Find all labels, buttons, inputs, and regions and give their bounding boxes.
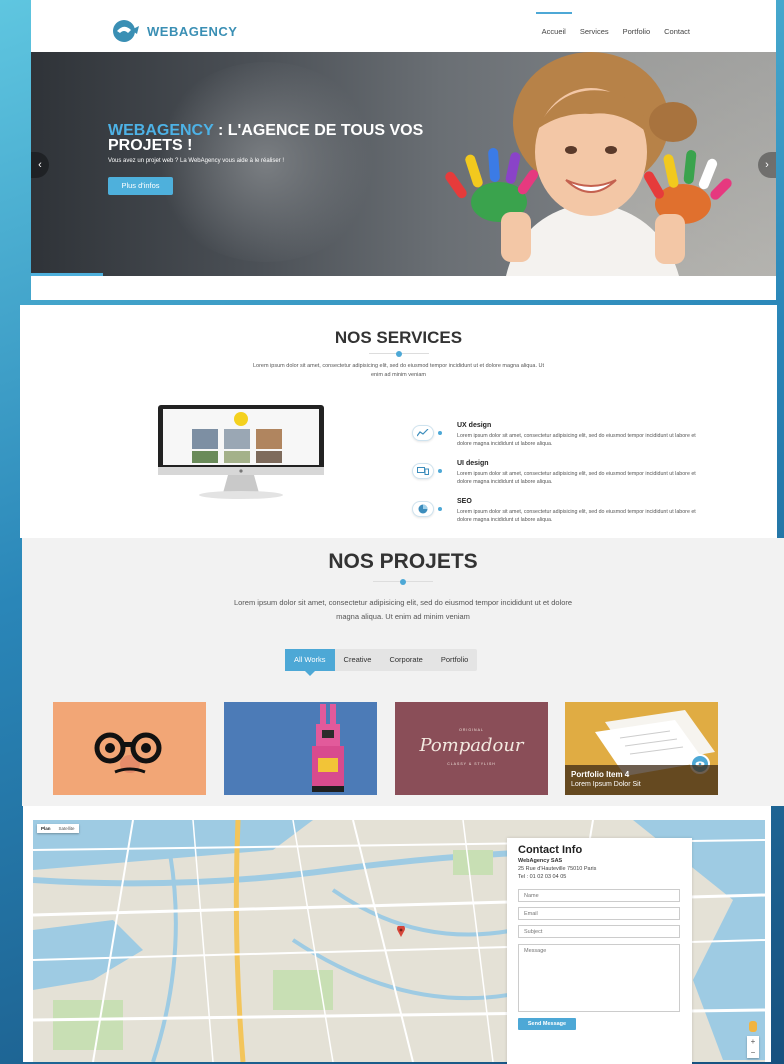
hero-title: WEBAGENCY : L'AGENCE DE TOUS VOS PROJETS… (108, 123, 428, 154)
projects-lead: Lorem ipsum dolor sit amet, consectetur … (22, 596, 784, 624)
nav-item-contact[interactable]: Contact (664, 27, 690, 36)
projects-section: NOS PROJETS Lorem ipsum dolor sit amet, … (22, 538, 784, 806)
portfolio-item-2[interactable] (224, 702, 377, 795)
map-tab-satellite[interactable]: Satellite (55, 824, 79, 833)
nav-item-services[interactable]: Services (580, 27, 609, 36)
services-list: UX design Lorem ipsum dolor sit amet, co… (412, 421, 712, 535)
service-name: SEO (457, 498, 472, 505)
services-lead: Lorem ipsum dolor sit amet, consectetur … (20, 362, 777, 380)
map-pin-icon[interactable] (397, 926, 405, 937)
pompadour-logo-text: Pompadour (419, 735, 524, 756)
nav-item-accueil[interactable]: Accueil (535, 12, 573, 36)
projects-lead-text: Lorem ipsum dolor sit amet, consectetur … (233, 598, 573, 621)
glasses-illustration (94, 732, 162, 774)
filter-creative[interactable]: Creative (335, 649, 381, 671)
map-type-tabs: Plan Satellite (37, 824, 79, 833)
portfolio-item-3[interactable]: ORIGINAL Pompadour CLASSY & STYLISH (395, 702, 548, 795)
service-desc: Lorem ipsum dolor sit amet, consectetur … (457, 509, 696, 523)
slider-progress (31, 273, 103, 276)
pie-chart-icon (412, 501, 434, 517)
nav-item-portfolio[interactable]: Portfolio (623, 27, 651, 36)
slider-prev-icon[interactable]: ‹ (31, 152, 49, 178)
service-item-ui: UI design Lorem ipsum dolor sit amet, co… (412, 459, 712, 497)
hero-slider: WEBAGENCY : L'AGENCE DE TOUS VOS PROJETS… (31, 52, 776, 276)
contact-card: Contact Info WebAgency SAS 25 Rue d'Haut… (507, 838, 692, 1064)
chart-icon (412, 425, 434, 441)
services-lead-text: Lorem ipsum dolor sit amet, consectetur … (252, 363, 545, 378)
send-message-button[interactable]: Send Message (518, 1018, 576, 1030)
map-zoom-controls: + − (747, 1036, 759, 1058)
zoom-out-button[interactable]: − (747, 1047, 759, 1058)
site-header: WEBAGENCY Accueil Services Portfolio Con… (31, 0, 776, 52)
map-tab-plan[interactable]: Plan (37, 824, 55, 833)
logo-text: WEBAGENCY (147, 23, 238, 39)
projects-divider (373, 579, 433, 585)
portfolio-filters: All Works Creative Corporate Portfolio (285, 649, 478, 676)
service-dot (438, 431, 442, 435)
pompadour-bottom-text: CLASSY & STYLISH (447, 762, 496, 766)
service-item-ux: UX design Lorem ipsum dolor sit amet, co… (412, 421, 712, 459)
portfolio-item-title: Portfolio Item 4 (571, 770, 630, 779)
imac-image (158, 405, 324, 499)
hero-panel: WEBAGENCY Accueil Services Portfolio Con… (31, 0, 776, 300)
filter-corporate[interactable]: Corporate (380, 649, 431, 671)
service-desc: Lorem ipsum dolor sit amet, consectetur … (457, 471, 696, 485)
pink-bunny-robot-image (224, 702, 377, 795)
logo[interactable]: WEBAGENCY (111, 19, 237, 43)
service-name: UX design (457, 422, 492, 429)
services-divider (368, 351, 429, 357)
filter-all-works[interactable]: All Works (285, 649, 335, 676)
portfolio-item-4[interactable]: Portfolio Item 4 Lorem Ipsum Dolor Sit (565, 702, 718, 795)
portfolio-item-subtitle: Lorem Ipsum Dolor Sit (571, 781, 641, 788)
contact-address: 25 Rue d'Hauteville 75010 Paris (518, 866, 597, 872)
main-nav: Accueil Services Portfolio Contact (535, 12, 690, 36)
contact-title: Contact Info (518, 844, 583, 856)
pegman-icon[interactable] (749, 1021, 757, 1032)
webagency-logo-icon (113, 20, 139, 42)
service-dot (438, 469, 442, 473)
name-field[interactable] (518, 889, 680, 902)
services-title: NOS SERVICES (334, 328, 463, 347)
service-desc: Lorem ipsum dolor sit amet, consectetur … (457, 433, 696, 447)
email-field[interactable] (518, 907, 680, 920)
portfolio-item-1[interactable] (53, 702, 206, 795)
contact-phone: Tel : 01 02 03 04 05 (518, 874, 567, 880)
services-section: NOS SERVICES Lorem ipsum dolor sit amet,… (20, 305, 777, 538)
pompadour-top-text: ORIGINAL (459, 728, 484, 732)
devices-icon (412, 463, 434, 479)
subject-field[interactable] (518, 925, 680, 938)
hero-girl-image (445, 52, 732, 276)
contact-company: WebAgency SAS (518, 858, 563, 864)
message-field[interactable] (518, 944, 680, 1012)
service-dot (438, 507, 442, 511)
service-item-seo: SEO Lorem ipsum dolor sit amet, consecte… (412, 497, 712, 535)
filter-portfolio[interactable]: Portfolio (432, 649, 478, 671)
zoom-in-button[interactable]: + (747, 1036, 759, 1047)
hero-subtitle: Vous avez un projet web ? La WebAgency v… (108, 158, 284, 164)
portfolio-item-overlay: Portfolio Item 4 Lorem Ipsum Dolor Sit (565, 765, 718, 795)
projects-title: NOS PROJETS (328, 550, 478, 573)
service-name: UI design (457, 460, 489, 467)
contact-section: Plan Satellite + − Contact Info WebAgenc… (23, 806, 771, 1064)
more-info-button[interactable]: Plus d'infos (108, 177, 173, 195)
